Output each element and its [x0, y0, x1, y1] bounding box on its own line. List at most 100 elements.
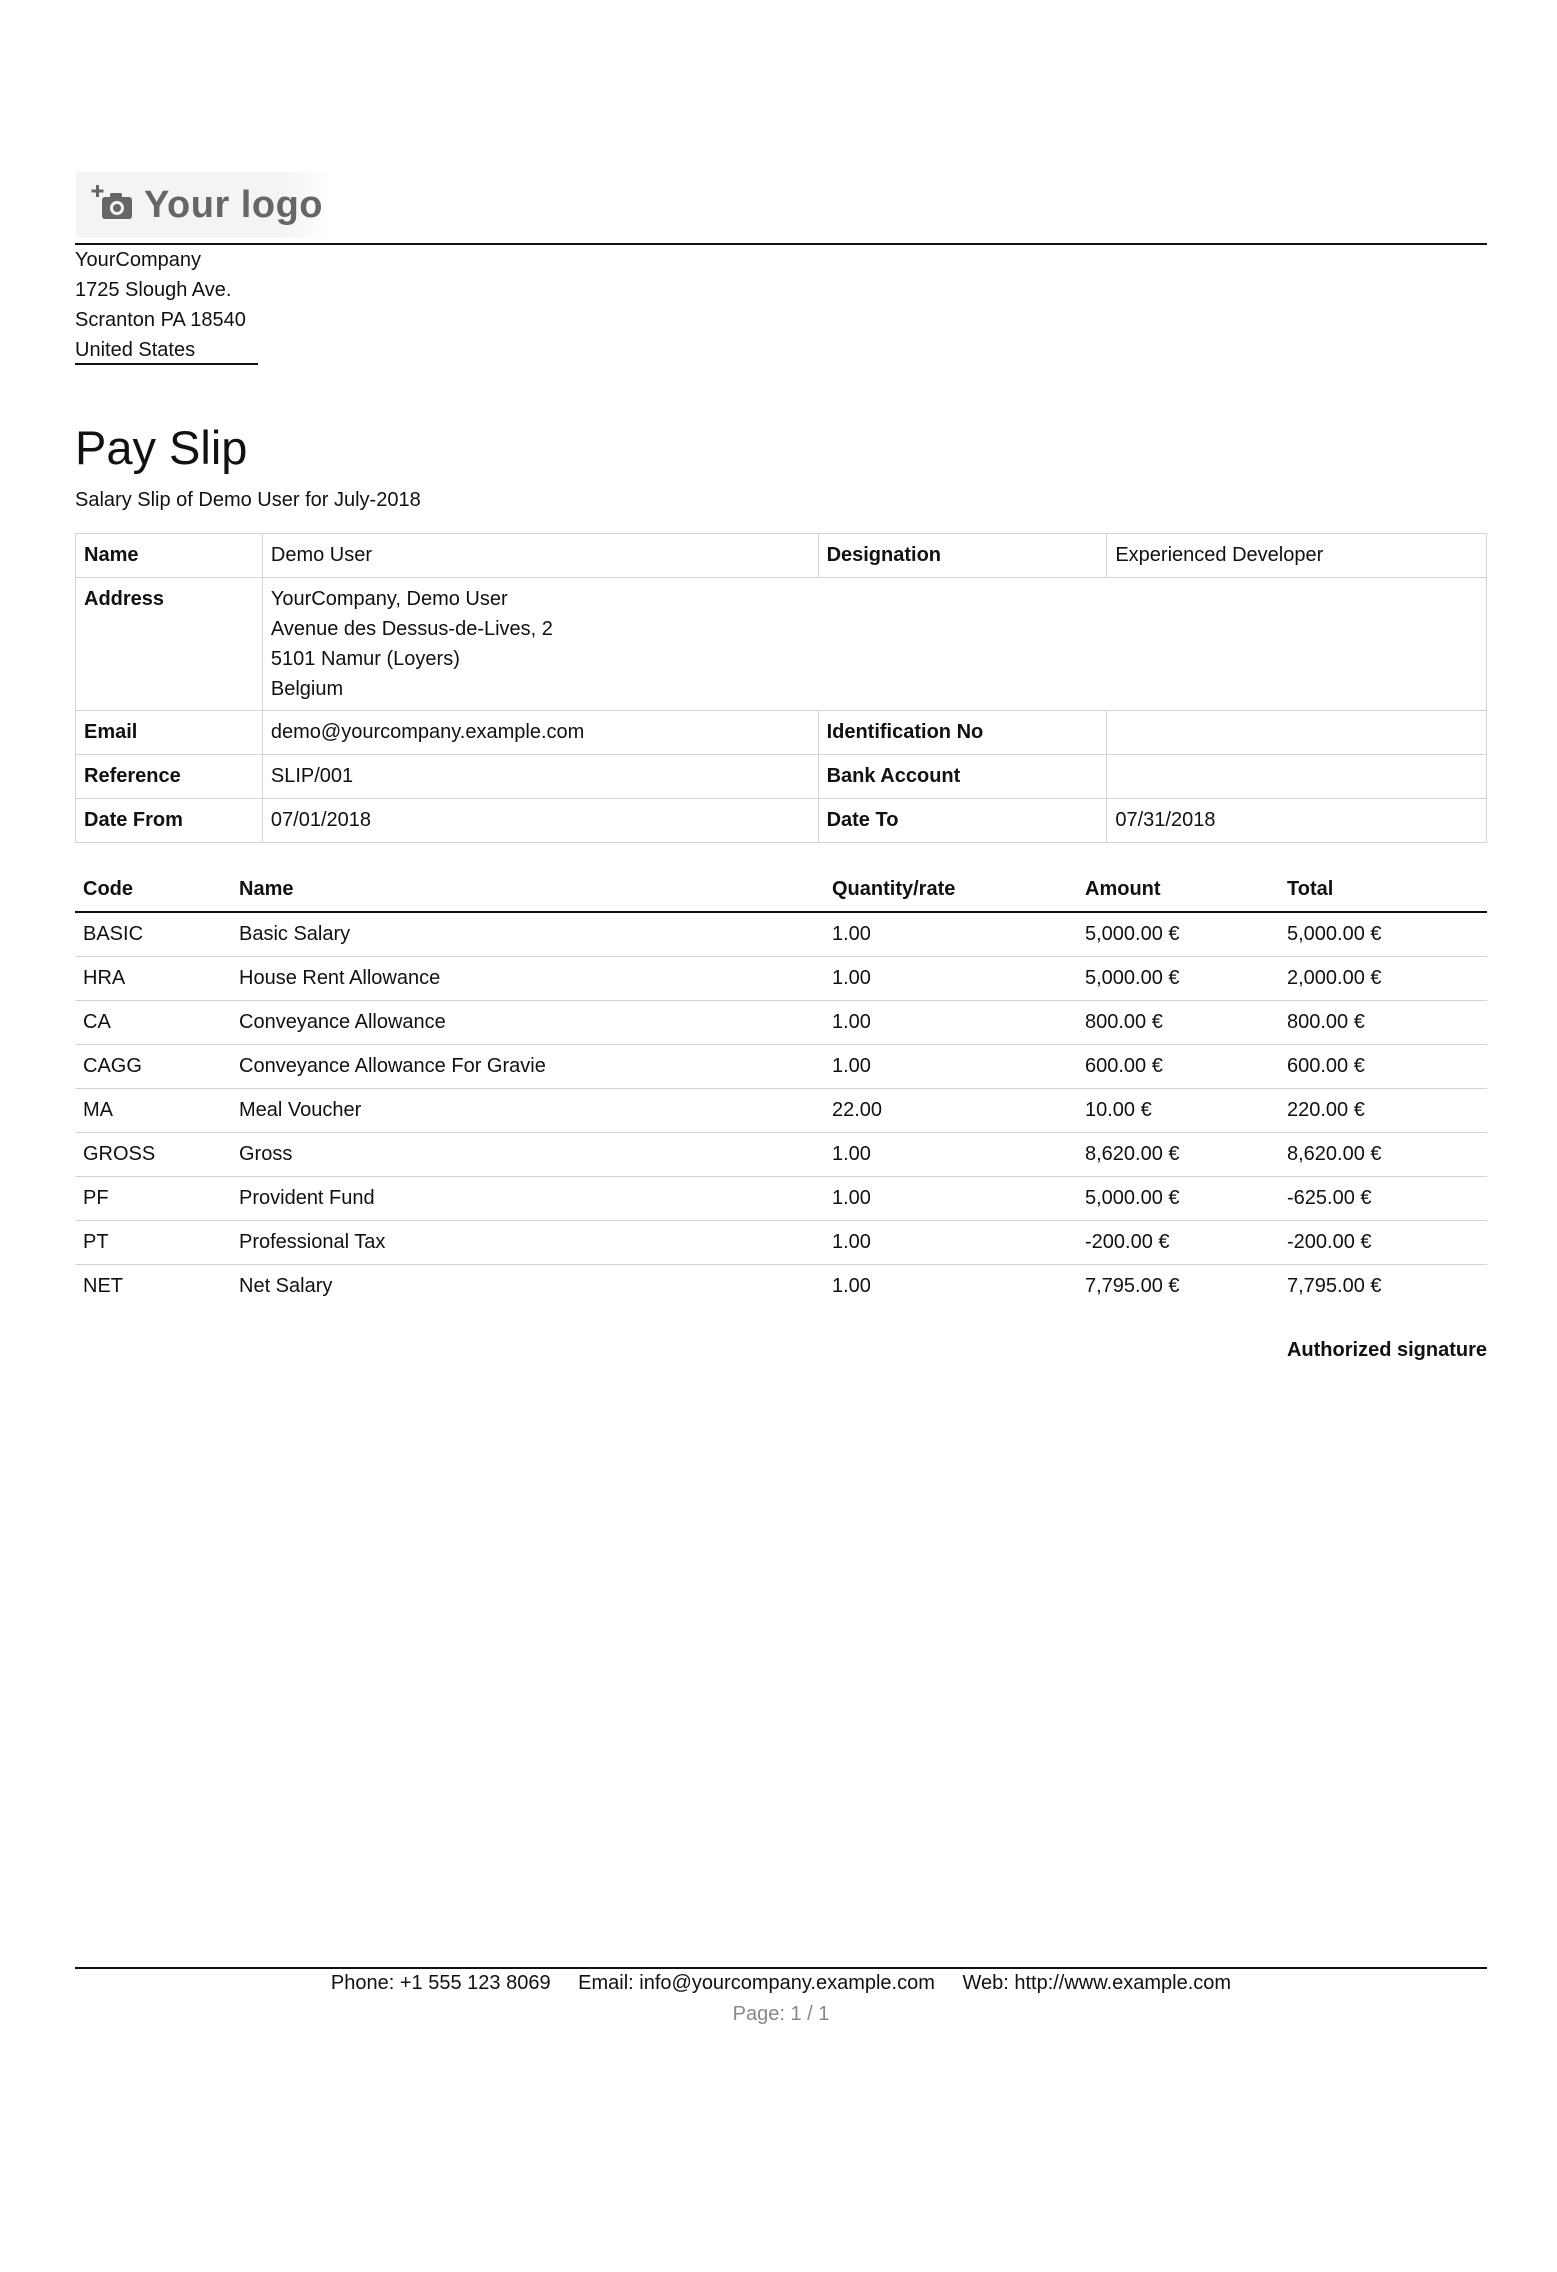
footer-email: Email: info@yourcompany.example.com: [578, 1972, 935, 1994]
company-address: YourCompany 1725 Slough Ave. Scranton PA…: [75, 245, 246, 365]
table-row: CAGG Conveyance Allowance For Gravie 1.0…: [75, 1044, 1487, 1089]
table-header-row: Code Name Quantity/rate Amount Total: [75, 868, 1487, 913]
cell-total: 220.00 €: [1279, 1088, 1487, 1133]
employee-info-table: Name Demo User Designation Experienced D…: [75, 533, 1488, 843]
cell-code: BASIC: [75, 912, 231, 957]
bank-account-label: Bank Account: [817, 754, 1108, 799]
bank-account-value: [1106, 754, 1487, 799]
cell-total: 7,795.00 €: [1287, 1275, 1382, 1297]
page-footer: Phone: +1 555 123 8069 Email: info@yourc…: [75, 1968, 1487, 1998]
cell-name: Gross: [231, 1132, 824, 1177]
designation-value: Experienced Developer: [1106, 533, 1487, 578]
company-logo: Your logo: [76, 172, 332, 238]
reference-value: SLIP/001: [261, 754, 819, 799]
table-row: NET Net Salary 1.00 7,795.00 € 7,795.00 …: [75, 1265, 1487, 1309]
table-row: HRA House Rent Allowance 1.00 5,000.00 €…: [75, 956, 1487, 1001]
cell-quantity: 1.00: [824, 1176, 1077, 1221]
email-label: Email: [75, 710, 263, 755]
cell-name: Professional Tax: [231, 1220, 824, 1265]
cell-total: 5,000.00 €: [1279, 912, 1487, 957]
page-number: Page: 1 / 1: [732, 2003, 830, 2025]
date-from-value: 07/01/2018: [261, 798, 819, 843]
table-row: PF Provident Fund 1.00 5,000.00 € -625.0…: [75, 1176, 1487, 1221]
cell-code: NET: [83, 1275, 123, 1297]
table-row: BASIC Basic Salary 1.00 5,000.00 € 5,000…: [75, 912, 1487, 957]
cell-name: House Rent Allowance: [231, 956, 824, 1001]
name-value: Demo User: [261, 533, 819, 578]
cell-code: HRA: [75, 956, 231, 1001]
page-title: Pay Slip: [75, 421, 248, 474]
table-row: PT Professional Tax 1.00 -200.00 € -200.…: [75, 1220, 1487, 1265]
email-value: demo@yourcompany.example.com: [261, 710, 819, 755]
cell-name: Basic Salary: [231, 912, 824, 957]
address-line: Avenue des Dessus-de-Lives, 2: [270, 618, 553, 640]
camera-add-icon: [91, 185, 132, 219]
authorized-signature: Authorized signature: [1286, 1339, 1487, 1361]
footer-web: Web: http://www.example.com: [962, 1972, 1232, 1994]
reference-label: Reference: [75, 754, 263, 799]
cell-quantity: 1.00: [824, 912, 1077, 957]
column-header-quantity: Quantity/rate: [824, 868, 1077, 913]
cell-code: PT: [75, 1220, 231, 1265]
cell-code: CAGG: [75, 1044, 231, 1089]
logo-text: Your logo: [144, 183, 323, 226]
table-row: CA Conveyance Allowance 1.00 800.00 € 80…: [75, 1000, 1487, 1045]
info-row-dates: Date From 07/01/2018 Date To 07/31/2018: [75, 798, 1487, 843]
date-from-label: Date From: [75, 798, 263, 843]
column-header-total: Total: [1279, 868, 1487, 913]
cell-code: MA: [75, 1088, 231, 1133]
cell-total: 600.00 €: [1279, 1044, 1487, 1089]
address-line: 5101 Namur (Loyers): [270, 648, 460, 670]
cell-quantity: 1.00: [824, 1132, 1077, 1177]
column-header-name: Name: [231, 868, 824, 913]
cell-amount: 5,000.00 €: [1077, 912, 1279, 957]
cell-amount: 10.00 €: [1077, 1088, 1279, 1133]
cell-quantity: 1.00: [824, 1044, 1077, 1089]
cell-quantity: 1.00: [824, 1220, 1077, 1265]
address-line: Belgium: [270, 678, 344, 700]
designation-label: Designation: [817, 533, 1108, 578]
name-label: Name: [75, 533, 263, 578]
address-value: YourCompany, Demo User Avenue des Dessus…: [261, 577, 1488, 711]
address-line: YourCompany, Demo User: [270, 588, 508, 610]
cell-total: 8,620.00 €: [1279, 1132, 1487, 1177]
date-to-label: Date To: [817, 798, 1108, 843]
company-country: United States: [75, 339, 196, 361]
info-row-reference: Reference SLIP/001 Bank Account: [75, 754, 1487, 799]
cell-total: 2,000.00 €: [1279, 956, 1487, 1001]
cell-code: GROSS: [75, 1132, 231, 1177]
cell-quantity: 22.00: [824, 1088, 1077, 1133]
cell-total: 800.00 €: [1279, 1000, 1487, 1045]
cell-amount: 800.00 €: [1077, 1000, 1279, 1045]
salary-lines-table: Code Name Quantity/rate Amount Total BAS…: [75, 868, 1487, 1308]
cell-total: -625.00 €: [1279, 1176, 1487, 1221]
company-city: Scranton PA 18540: [75, 309, 246, 331]
address-label: Address: [75, 577, 263, 711]
cell-amount: 7,795.00 €: [1085, 1275, 1180, 1297]
company-name: YourCompany: [75, 249, 202, 271]
column-header-code: Code: [75, 868, 231, 913]
cell-name: Provident Fund: [231, 1176, 824, 1221]
cell-quantity: 1.00: [824, 1000, 1077, 1045]
address-underline: [75, 363, 258, 365]
identification-label: Identification No: [817, 710, 1108, 755]
identification-value: [1106, 710, 1487, 755]
cell-code: CA: [75, 1000, 231, 1045]
company-street: 1725 Slough Ave.: [75, 279, 232, 301]
info-row-email: Email demo@yourcompany.example.com Ident…: [75, 710, 1487, 755]
info-row-address: Address YourCompany, Demo User Avenue de…: [75, 577, 1488, 711]
cell-amount: 5,000.00 €: [1077, 956, 1279, 1001]
cell-name: Conveyance Allowance For Gravie: [231, 1044, 824, 1089]
cell-code: PF: [75, 1176, 231, 1221]
cell-total: -200.00 €: [1279, 1220, 1487, 1265]
table-row: MA Meal Voucher 22.00 10.00 € 220.00 €: [75, 1088, 1487, 1133]
cell-name: Meal Voucher: [231, 1088, 824, 1133]
info-row-name: Name Demo User Designation Experienced D…: [75, 533, 1487, 578]
header-rule: [75, 243, 1487, 245]
cell-name: Conveyance Allowance: [231, 1000, 824, 1045]
table-row: GROSS Gross 1.00 8,620.00 € 8,620.00 €: [75, 1132, 1487, 1177]
cell-quantity: 1.00: [832, 1275, 871, 1297]
cell-amount: 8,620.00 €: [1077, 1132, 1279, 1177]
cell-name: Net Salary: [239, 1275, 333, 1297]
page-subtitle: Salary Slip of Demo User for July-2018: [75, 489, 421, 511]
